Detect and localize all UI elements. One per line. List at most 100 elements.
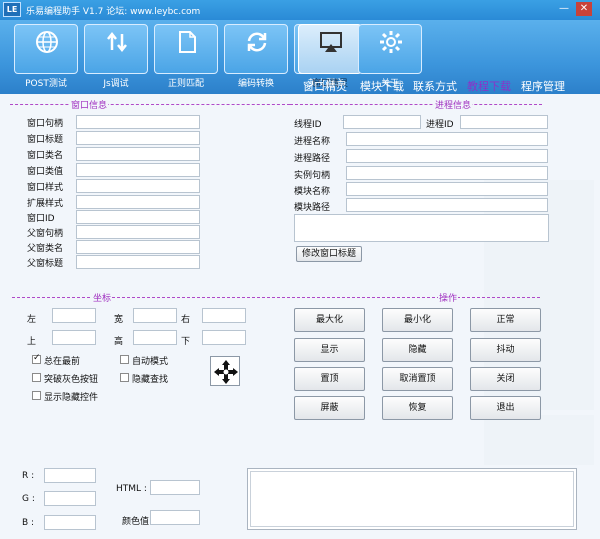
b-input[interactable] <box>44 515 96 530</box>
checkbox-label: 隐藏查找 <box>132 375 169 385</box>
color-value-input[interactable] <box>150 510 200 525</box>
background-panel <box>484 415 594 465</box>
right-label: 右 <box>181 315 191 325</box>
bottom-label: 下 <box>181 337 191 347</box>
color-preview-area <box>250 471 574 527</box>
nav-program-manage[interactable]: 程序管理 <box>521 78 565 94</box>
crosshair-icon <box>214 360 238 384</box>
hide-button[interactable]: 隐藏 <box>382 338 453 362</box>
process-id-input[interactable] <box>460 115 548 129</box>
instance-handle-input[interactable] <box>346 166 548 180</box>
parent-handle-input[interactable] <box>76 225 200 239</box>
left-label: 左 <box>27 315 37 325</box>
g-input[interactable] <box>44 491 96 506</box>
minimize-window-button[interactable]: 最小化 <box>382 308 453 332</box>
unpin-top-button[interactable]: 取消置顶 <box>382 367 453 391</box>
toolbar: POST测试 Js调试 正则匹配 编码转换 英文翻译 窗口精灵 关于 窗口精灵 … <box>0 20 600 94</box>
nav-module-download[interactable]: 模块下载 <box>360 78 404 94</box>
tool-encoding[interactable] <box>224 24 288 74</box>
block-button[interactable]: 屏蔽 <box>294 396 365 420</box>
gear-icon <box>380 31 402 53</box>
field-label: 窗口类值 <box>27 167 64 177</box>
field-label: 进程名称 <box>294 137 331 147</box>
field-label: 窗口样式 <box>27 183 64 193</box>
parent-class-input[interactable] <box>76 240 200 254</box>
window-class-value-input[interactable] <box>76 163 200 177</box>
close-button[interactable]: ✕ <box>576 2 592 16</box>
checkbox-label: 自动模式 <box>132 357 169 367</box>
checkbox-label: 显示隐藏控件 <box>44 393 99 403</box>
nav-tutorial-download[interactable]: 教程下载 <box>467 78 511 94</box>
height-input[interactable] <box>133 330 177 345</box>
window-handle-input[interactable] <box>76 115 200 129</box>
checkbox-label: 突破灰色按钮 <box>44 375 99 385</box>
checkbox-label: 总在最前 <box>44 357 81 367</box>
nav-contact[interactable]: 联系方式 <box>413 78 457 94</box>
module-path-input[interactable] <box>346 198 548 212</box>
process-path-input[interactable] <box>346 149 548 163</box>
html-color-input[interactable] <box>150 480 200 495</box>
field-label: 窗口类名 <box>27 151 64 161</box>
r-input[interactable] <box>44 468 96 483</box>
right-input[interactable] <box>202 308 246 323</box>
thread-id-label: 线程ID <box>294 120 322 130</box>
field-label: 父窗句柄 <box>27 229 64 239</box>
process-id-label: 进程ID <box>426 120 454 130</box>
pin-top-button[interactable]: 置顶 <box>294 367 365 391</box>
html-label: HTML : <box>116 484 147 494</box>
field-label: 模块路径 <box>294 203 331 213</box>
show-button[interactable]: 显示 <box>294 338 365 362</box>
minimize-button[interactable]: — <box>556 2 572 16</box>
maximize-button[interactable]: 最大化 <box>294 308 365 332</box>
nav-window-sprite[interactable]: 窗口精灵 <box>303 78 347 94</box>
window-id-input[interactable] <box>76 210 200 224</box>
auto-mode-checkbox[interactable] <box>120 355 129 364</box>
top-label: 上 <box>27 337 37 347</box>
top-input[interactable] <box>52 330 96 345</box>
exit-button[interactable]: 退出 <box>470 396 541 420</box>
parent-title-input[interactable] <box>76 255 200 269</box>
title-edit-textarea[interactable] <box>294 214 549 242</box>
title-bar: LE 乐易编程助手 V1.7 论坛: www.leybc.com — ✕ <box>0 0 600 20</box>
tool-label: 正则匹配 <box>167 79 204 89</box>
r-label: R : <box>22 471 35 481</box>
operations-title: 操作 <box>438 291 459 304</box>
field-label: 窗口标题 <box>27 135 64 145</box>
modify-window-title-button[interactable]: 修改窗口标题 <box>296 246 362 262</box>
bottom-input[interactable] <box>202 330 246 345</box>
show-hidden-controls-checkbox[interactable] <box>32 391 41 400</box>
field-label: 实例句柄 <box>294 171 331 181</box>
g-label: G : <box>22 494 35 504</box>
process-name-input[interactable] <box>346 132 548 146</box>
tool-post-test[interactable] <box>14 24 78 74</box>
window-finder-target[interactable] <box>210 356 240 386</box>
width-input[interactable] <box>133 308 177 323</box>
module-name-input[interactable] <box>346 182 548 196</box>
shake-button[interactable]: 抖动 <box>470 338 541 362</box>
tool-about[interactable] <box>358 24 422 74</box>
hide-finder-checkbox[interactable] <box>120 373 129 382</box>
field-label: 进程路径 <box>294 154 331 164</box>
enable-gray-button-checkbox[interactable] <box>32 373 41 382</box>
window-style-input[interactable] <box>76 179 200 193</box>
thread-id-input[interactable] <box>343 115 421 129</box>
tool-label: Js调试 <box>103 79 129 89</box>
extended-style-input[interactable] <box>76 195 200 209</box>
document-icon <box>179 31 196 53</box>
b-label: B : <box>22 518 35 528</box>
normal-button[interactable]: 正常 <box>470 308 541 332</box>
restore-button[interactable]: 恢复 <box>382 396 453 420</box>
globe-icon <box>36 31 58 53</box>
always-on-top-checkbox[interactable] <box>32 353 41 364</box>
arrows-icon <box>107 31 127 53</box>
close-window-button[interactable]: 关闭 <box>470 367 541 391</box>
tool-js-debug[interactable] <box>84 24 148 74</box>
window-title-input[interactable] <box>76 131 200 145</box>
width-label: 宽 <box>114 315 124 325</box>
refresh-icon <box>247 32 267 52</box>
tool-regex[interactable] <box>154 24 218 74</box>
left-input[interactable] <box>52 308 96 323</box>
tool-window-sprite[interactable] <box>298 24 362 74</box>
app-logo: LE <box>3 2 21 17</box>
window-class-input[interactable] <box>76 147 200 161</box>
